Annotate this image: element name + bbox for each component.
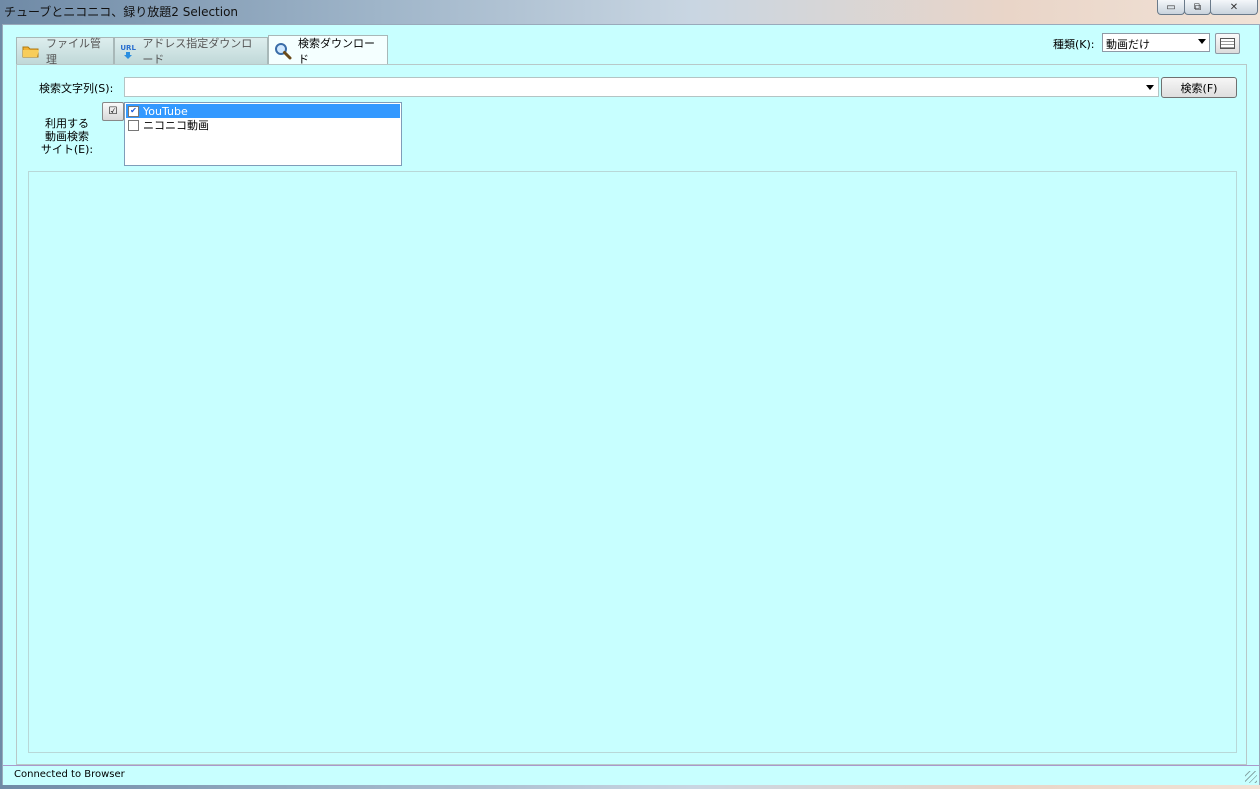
url-icon-text: URL xyxy=(120,43,136,52)
tab-label: 検索ダウンロード xyxy=(298,36,375,66)
tab-label: アドレス指定ダウンロード xyxy=(142,37,253,66)
tab-search-download[interactable]: 検索ダウンロード xyxy=(268,35,388,66)
sites-label-line: 動画検索 xyxy=(45,130,89,143)
tab-address-download[interactable]: URL アドレス指定ダウンロード xyxy=(114,37,268,66)
minimize-icon: ▭ xyxy=(1166,1,1176,13)
checkbox-unchecked-icon[interactable] xyxy=(128,119,139,131)
site-checklist[interactable]: ✔ YouTube ニコニコ動画 xyxy=(124,102,402,166)
folder-icon xyxy=(22,43,40,59)
magnifier-icon xyxy=(274,42,292,59)
chevron-down-icon[interactable] xyxy=(1146,85,1154,90)
kind-select-value: 動画だけ xyxy=(1106,38,1150,51)
site-item-label: ニコニコ動画 xyxy=(143,119,209,132)
search-results-area[interactable] xyxy=(28,171,1237,753)
search-button[interactable]: 検索(F) xyxy=(1161,77,1237,98)
status-bar: Connected to Browser xyxy=(3,765,1259,785)
status-text: Connected to Browser xyxy=(14,769,125,780)
close-button[interactable]: ✕ xyxy=(1210,0,1258,15)
window-title: チューブとニコニコ、録り放題2 Selection xyxy=(4,5,239,19)
restore-icon: ⧉ xyxy=(1193,1,1202,13)
close-icon: ✕ xyxy=(1229,1,1239,13)
layout-icon xyxy=(1220,38,1235,49)
minimize-button[interactable]: ▭ xyxy=(1157,0,1185,15)
title-bar[interactable]: チューブとニコニコ、録り放題2 Selection ▭ ⧉ ✕ xyxy=(0,0,1260,22)
site-item-niconico[interactable]: ニコニコ動画 xyxy=(126,118,400,132)
chevron-down-icon xyxy=(1198,39,1206,44)
tab-file-management[interactable]: ファイル管理 xyxy=(16,37,114,66)
sites-label-line: 利用する xyxy=(45,117,89,130)
url-download-icon: URL xyxy=(120,43,136,59)
search-input[interactable] xyxy=(124,77,1159,97)
checkbox-checked-icon[interactable]: ✔ xyxy=(128,105,139,117)
layout-button[interactable] xyxy=(1215,33,1240,54)
maximize-button[interactable]: ⧉ xyxy=(1184,0,1211,15)
tab-label: ファイル管理 xyxy=(46,37,101,66)
sites-label-line: サイト(E): xyxy=(40,143,94,156)
kind-select[interactable]: 動画だけ xyxy=(1102,33,1210,52)
check-all-button[interactable]: ☑ xyxy=(102,102,124,121)
kind-label: 種類(K): xyxy=(1053,38,1095,51)
site-item-label: YouTube xyxy=(143,104,188,118)
search-string-label: 検索文字列(S): xyxy=(39,82,114,95)
sites-label: 利用する 動画検索 サイト(E): xyxy=(39,117,95,156)
main-window: ファイル管理 URL アドレス指定ダウンロード 検索ダウンロード 種類(K): … xyxy=(2,24,1260,785)
site-item-youtube[interactable]: ✔ YouTube xyxy=(126,104,400,118)
resize-grip-icon[interactable] xyxy=(1245,771,1257,783)
checkbox-icon: ☑ xyxy=(108,106,118,117)
